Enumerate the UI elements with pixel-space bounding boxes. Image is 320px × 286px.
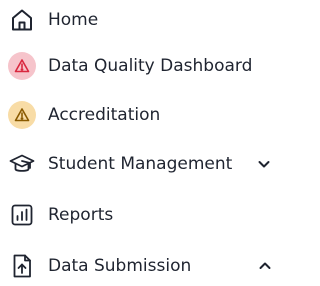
sidebar-item-label: Reports bbox=[48, 205, 114, 225]
warning-badge bbox=[8, 101, 36, 129]
warning-badge bbox=[8, 52, 36, 80]
upload-file-icon bbox=[8, 252, 36, 280]
sidebar-item-label: Accreditation bbox=[48, 105, 161, 125]
sidebar-item-data-submission[interactable]: Data Submission bbox=[0, 246, 277, 286]
sidebar-nav: Home Data Quality Dashboard Accreditatio… bbox=[0, 0, 277, 283]
graduation-cap-icon bbox=[8, 150, 36, 178]
warning-icon bbox=[8, 52, 36, 80]
bar-chart-icon bbox=[8, 201, 36, 229]
warning-icon bbox=[8, 101, 36, 129]
chevron-down-icon[interactable] bbox=[256, 156, 272, 172]
sidebar-item-accreditation[interactable]: Accreditation bbox=[0, 95, 277, 135]
sidebar-item-label: Home bbox=[48, 10, 99, 30]
sidebar-item-label: Data Submission bbox=[48, 256, 192, 276]
sidebar-item-student-management[interactable]: Student Management bbox=[0, 144, 277, 184]
sidebar-item-data-quality-dashboard[interactable]: Data Quality Dashboard bbox=[0, 46, 277, 86]
sidebar-item-label: Data Quality Dashboard bbox=[48, 56, 253, 76]
sidebar-item-label: Student Management bbox=[48, 154, 233, 174]
chevron-up-icon[interactable] bbox=[257, 258, 273, 274]
sidebar-item-reports[interactable]: Reports bbox=[0, 195, 277, 235]
home-icon bbox=[8, 6, 36, 34]
sidebar-item-home[interactable]: Home bbox=[0, 0, 277, 40]
